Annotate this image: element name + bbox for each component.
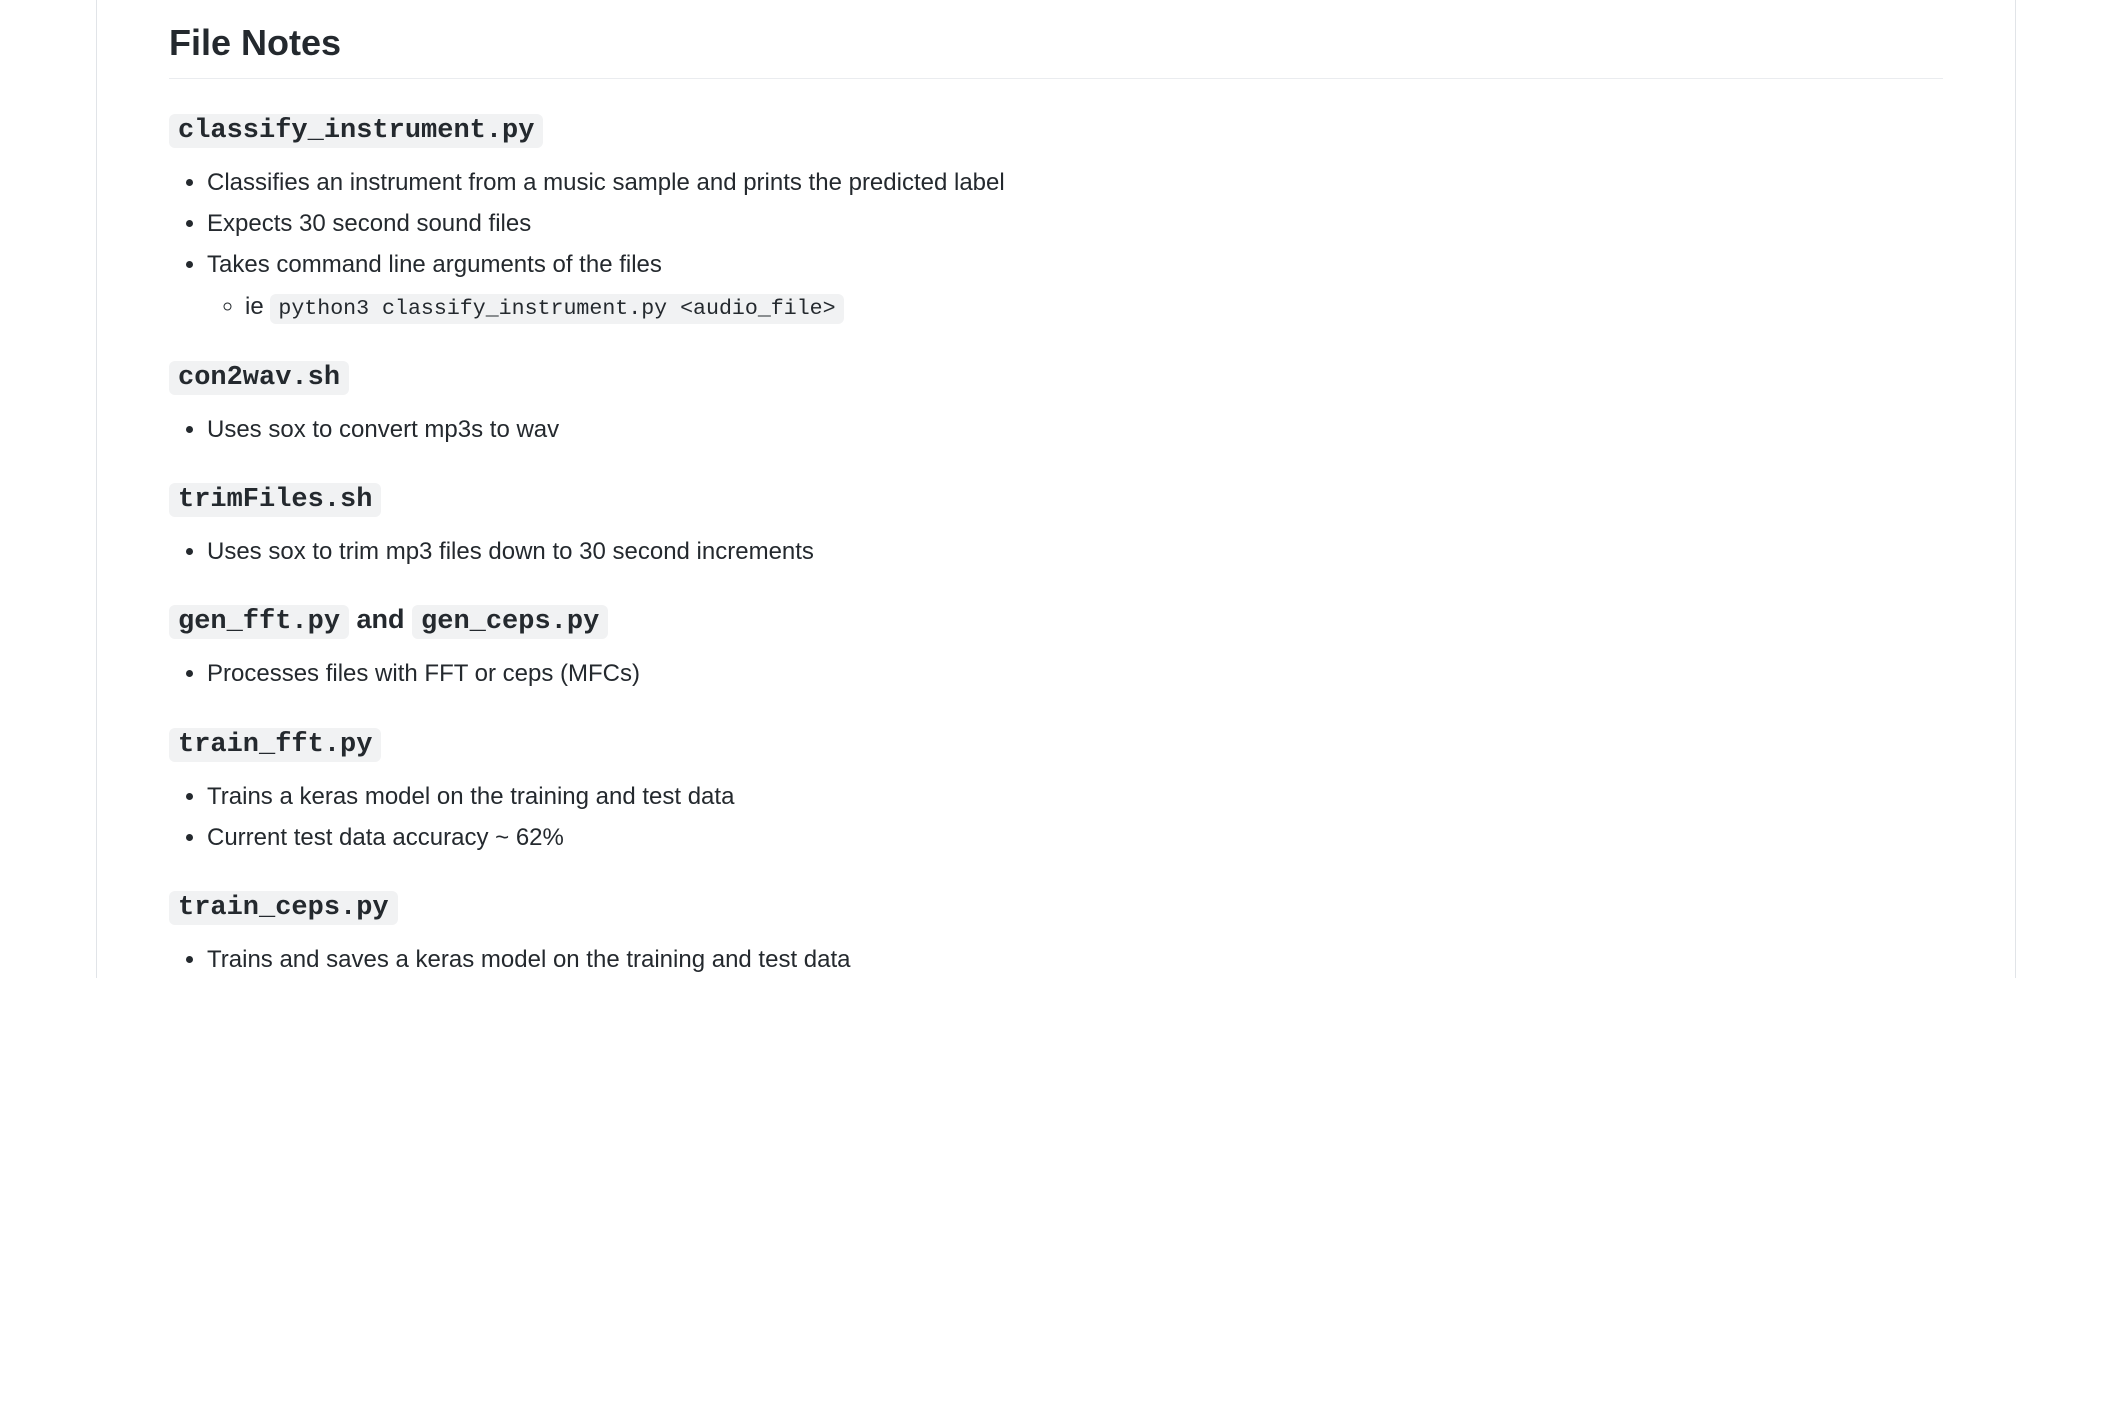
bullet-list: Trains and saves a keras model on the tr… (169, 941, 1943, 978)
file-heading-trimfiles: trimFiles.sh (169, 482, 1943, 515)
file-heading-classify-instrument: classify_instrument.py (169, 113, 1943, 146)
file-name-code: train_fft.py (169, 728, 381, 762)
bullet-list: Processes files with FFT or ceps (MFCs) (169, 655, 1943, 692)
sub-prefix: ie (245, 293, 270, 320)
file-name-code: trimFiles.sh (169, 483, 381, 517)
file-heading-con2wav: con2wav.sh (169, 360, 1943, 393)
section-title: File Notes (169, 0, 1943, 79)
bullet-list: Trains a keras model on the training and… (169, 778, 1943, 856)
nested-list: ie python3 classify_instrument.py <audio… (207, 288, 1943, 326)
file-name-code: gen_ceps.py (412, 605, 608, 639)
list-item: Processes files with FFT or ceps (MFCs) (207, 655, 1943, 692)
bullet-list: Classifies an instrument from a music sa… (169, 164, 1943, 326)
list-item: Uses sox to trim mp3 files down to 30 se… (207, 533, 1943, 570)
command-code: python3 classify_instrument.py <audio_fi… (270, 294, 843, 324)
list-item-text: Takes command line arguments of the file… (207, 251, 662, 278)
joiner-text: and (349, 604, 412, 634)
readme-container: File Notes classify_instrument.py Classi… (96, 0, 2016, 978)
file-name-code: train_ceps.py (169, 891, 398, 925)
bullet-list: Uses sox to convert mp3s to wav (169, 411, 1943, 448)
list-item: Takes command line arguments of the file… (207, 246, 1943, 326)
file-heading-train-ceps: train_ceps.py (169, 890, 1943, 923)
list-item: ie python3 classify_instrument.py <audio… (245, 288, 1943, 326)
file-name-code: classify_instrument.py (169, 114, 543, 148)
file-heading-gen-fft-ceps: gen_fft.py and gen_ceps.py (169, 604, 1943, 637)
list-item: Expects 30 second sound files (207, 205, 1943, 242)
file-heading-train-fft: train_fft.py (169, 727, 1943, 760)
list-item: Trains and saves a keras model on the tr… (207, 941, 1943, 978)
list-item: Uses sox to convert mp3s to wav (207, 411, 1943, 448)
file-name-code: con2wav.sh (169, 361, 349, 395)
file-name-code: gen_fft.py (169, 605, 349, 639)
bullet-list: Uses sox to trim mp3 files down to 30 se… (169, 533, 1943, 570)
list-item: Trains a keras model on the training and… (207, 778, 1943, 815)
list-item: Current test data accuracy ~ 62% (207, 819, 1943, 856)
list-item: Classifies an instrument from a music sa… (207, 164, 1943, 201)
